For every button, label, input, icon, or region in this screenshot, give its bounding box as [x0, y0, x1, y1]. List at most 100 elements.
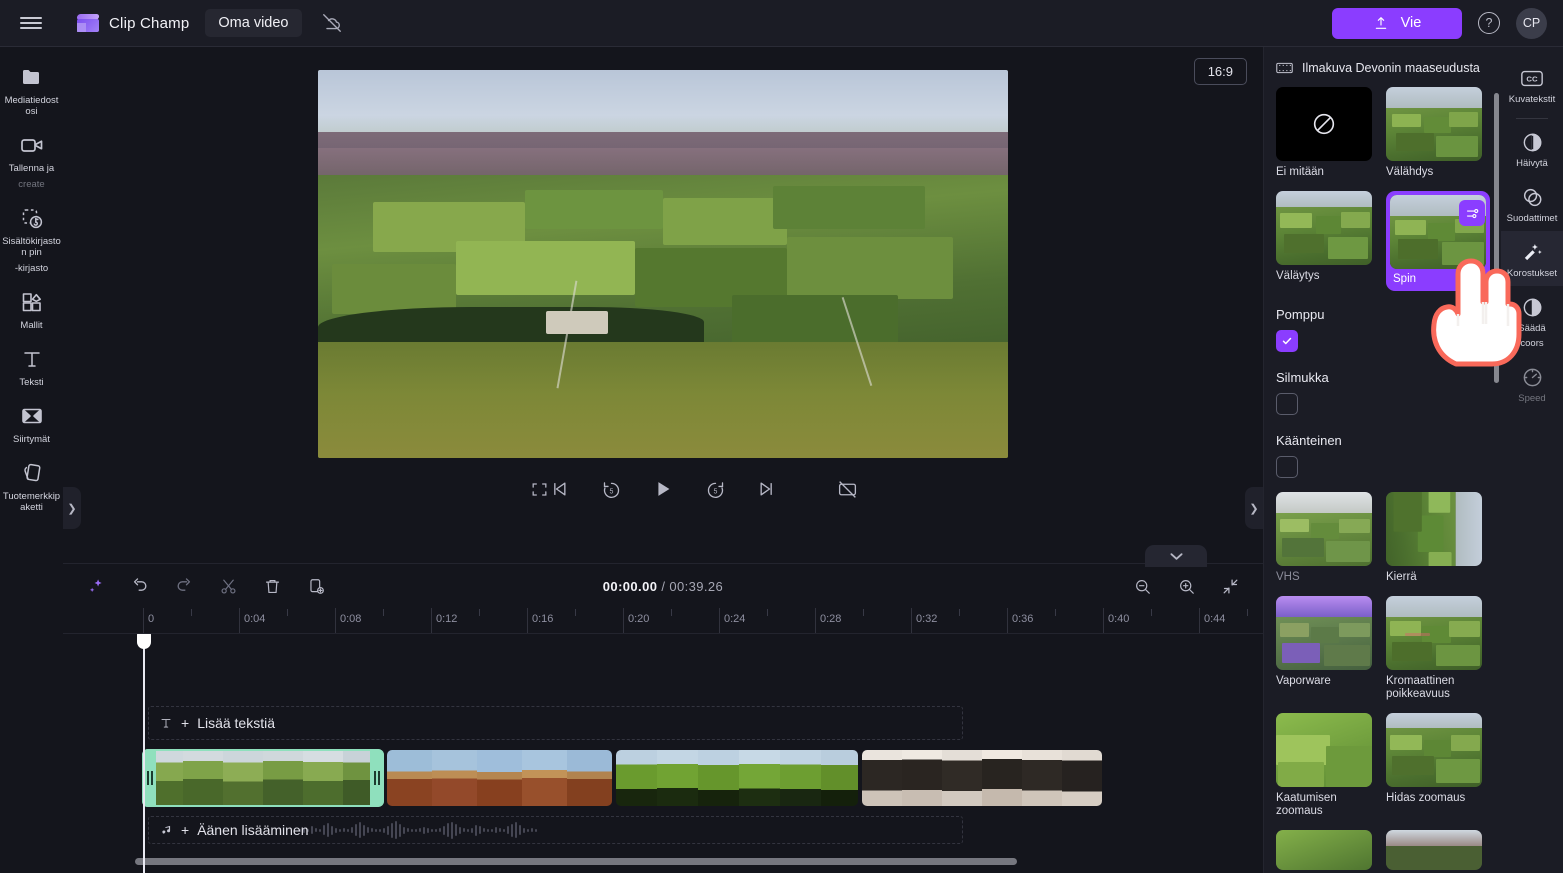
option-checkbox[interactable] [1276, 456, 1298, 478]
chevron-down-icon [1169, 552, 1183, 560]
chevron-right-icon: ❯ [67, 502, 77, 515]
effect-settings-button[interactable] [1459, 200, 1485, 226]
sidebar-item-media[interactable]: Mediatiedostosi [0, 55, 63, 123]
magic-wand-icon[interactable] [81, 571, 111, 601]
sidebar-label-create: create [18, 179, 45, 190]
app-body: Mediatiedostosi Tallenna ja create Sisäl… [0, 47, 1563, 873]
effect-none[interactable]: Ei mitään [1276, 87, 1372, 179]
sidebar-label-text: Teksti [19, 377, 44, 388]
project-title-field[interactable]: Oma video [205, 9, 302, 37]
trash-icon[interactable] [257, 571, 287, 601]
effect-rotate[interactable]: Kierrä [1386, 492, 1490, 584]
sidebar-item-brandkit[interactable]: Tuotemerkkipaketti [0, 451, 63, 519]
sidebar-item-record-create[interactable]: Tallenna ja create [0, 123, 63, 196]
fullscreen-icon[interactable] [526, 476, 552, 502]
cloud-off-icon[interactable] [319, 10, 345, 36]
sidebar-item-templates[interactable]: Mallit [0, 280, 63, 337]
effect-chromatic[interactable]: Kromaattinen poikkeavuus [1386, 596, 1490, 701]
forward-5-icon[interactable]: 5 [702, 476, 728, 502]
table-row[interactable] [862, 750, 1102, 806]
duplicate-icon[interactable] [301, 571, 331, 601]
effect-flash[interactable]: Välähdys [1386, 87, 1490, 179]
timeline: 00:00.00 / 00:39.26 0 0:04 0:08 0:12 0:1… [63, 545, 1263, 873]
skip-to-end-icon[interactable] [754, 476, 780, 502]
option-checkbox[interactable] [1276, 393, 1298, 415]
effect-spin[interactable]: Spin [1386, 191, 1490, 291]
effect-extra-2[interactable] [1386, 830, 1490, 870]
effect-label: Kromaattinen poikkeavuus [1386, 675, 1455, 700]
audio-track-label: Äänen lisääminen [197, 822, 309, 838]
effect-label: Spin [1393, 273, 1417, 285]
tab-adjust-colors[interactable]: Säädä coors [1501, 286, 1563, 356]
text-track-add[interactable]: + Lisää tekstiä [148, 706, 963, 740]
right-tool-rail: CC Kuvatekstit Häivytä Suodattimet Koros… [1501, 47, 1563, 873]
video-preview-stage[interactable] [318, 70, 1008, 458]
playhead[interactable] [137, 634, 151, 873]
zoom-out-icon[interactable] [1127, 571, 1157, 601]
tab-speed[interactable]: Speed [1501, 356, 1563, 411]
aspect-ratio-button[interactable]: 16:9 [1193, 58, 1247, 85]
ruler-tick-label: 0:40 [1108, 613, 1130, 625]
tab-fade[interactable]: Häivytä [1501, 121, 1563, 176]
no-effect-icon [1313, 113, 1335, 135]
sidebar-item-content-library[interactable]: Sisältökirjaston pin -kirjasto [0, 196, 63, 280]
time-readout: 00:00.00 / 00:39.26 [603, 579, 723, 594]
undo-icon[interactable] [125, 571, 155, 601]
music-note-icon [162, 825, 171, 834]
left-panel-collapse-handle[interactable]: ❯ [63, 487, 81, 529]
effect-fall-zoom[interactable]: Kaatumisen zoomaus [1276, 713, 1372, 818]
svg-text:CC: CC [1526, 74, 1538, 83]
speed-gauge-icon [1521, 365, 1544, 389]
sidebar-item-transitions[interactable]: Siirtymät [0, 394, 63, 451]
play-button[interactable] [650, 476, 676, 502]
clip-trim-handle-right[interactable] [370, 750, 383, 806]
option-checkbox[interactable] [1276, 330, 1298, 352]
scissors-icon[interactable] [213, 571, 243, 601]
tab-captions[interactable]: CC Kuvatekstit [1501, 57, 1563, 112]
fit-to-screen-icon[interactable] [1215, 571, 1245, 601]
hamburger-menu-icon[interactable] [0, 14, 62, 32]
tab-effects[interactable]: Korostukset [1501, 231, 1563, 286]
ruler-tick-label: 0:28 [820, 613, 842, 625]
timeline-ruler[interactable]: 0 0:04 0:08 0:12 0:16 0:20 0:24 0:28 0:3… [63, 608, 1263, 634]
avatar[interactable]: CP [1516, 7, 1547, 39]
top-bar-right: Vie ? CP [1332, 7, 1563, 39]
timeline-collapse-button[interactable] [1145, 545, 1207, 567]
effect-thumb [1276, 191, 1372, 265]
rewind-5-icon[interactable]: 5 [598, 476, 624, 502]
ruler-tick-label: 0:20 [628, 613, 650, 625]
audio-track-add[interactable]: + Äänen lisääminen [148, 816, 963, 844]
tab-filters[interactable]: Suodattimet [1501, 176, 1563, 231]
effects-grid: Ei mitään Välähdys Väläytys Spin Pomppu … [1276, 87, 1490, 870]
effect-label: Väläytys [1276, 270, 1320, 282]
clip-trim-handle-left[interactable] [143, 750, 156, 806]
zoom-in-icon[interactable] [1171, 571, 1201, 601]
table-row[interactable] [142, 749, 384, 807]
effect-thumb [1386, 492, 1482, 566]
timeline-horizontal-scrollbar[interactable] [135, 858, 1251, 865]
brand-logo-group[interactable]: Clip Champ [76, 11, 189, 35]
sidebar-item-text[interactable]: Teksti [0, 337, 63, 394]
clipchamp-app: Clip Champ Oma video Vie ? CP Mediatiedo… [0, 0, 1563, 873]
effect-blink[interactable]: Väläytys [1276, 191, 1372, 291]
effect-vaporware[interactable]: Vaporware [1276, 596, 1372, 701]
sidebar-label-record: Tallenna ja [8, 163, 55, 174]
captions-off-icon[interactable] [834, 476, 860, 502]
effects-scroll-area[interactable]: Ei mitään Välähdys Väläytys Spin Pomppu … [1264, 85, 1501, 873]
export-button[interactable]: Vie [1332, 7, 1462, 39]
ruler-tick-label: 0:16 [532, 613, 554, 625]
clip-3-grass [616, 750, 858, 806]
preview-panel-collapse-handle[interactable]: ❯ [1245, 487, 1263, 529]
effect-label: VHS [1276, 571, 1300, 583]
help-circle-icon[interactable]: ? [1478, 12, 1500, 34]
table-row[interactable] [616, 750, 858, 806]
redo-icon[interactable] [169, 571, 199, 601]
effect-vhs[interactable]: VHS [1276, 492, 1372, 584]
effect-label: Hidas zoomaus [1386, 792, 1466, 804]
effect-slow-zoom[interactable]: Hidas zoomaus [1386, 713, 1490, 818]
check-icon [1282, 337, 1292, 345]
effect-extra-1[interactable] [1276, 830, 1372, 870]
effect-thumb [1276, 492, 1372, 566]
table-row[interactable] [387, 750, 612, 806]
effects-panel-scrollbar[interactable] [1494, 93, 1499, 383]
